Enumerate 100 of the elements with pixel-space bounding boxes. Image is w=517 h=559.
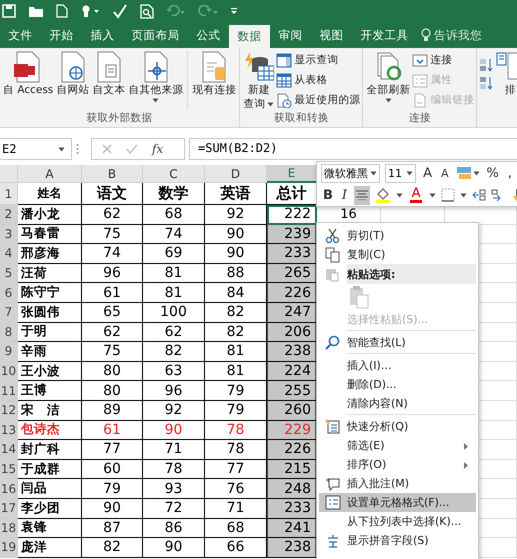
row-header[interactable]: 11 (0, 381, 18, 401)
query-icon[interactable] (244, 51, 274, 83)
ribbon-tab[interactable]: 数据 (229, 25, 270, 48)
menu-item[interactable]: 显示拼音字段(S) (319, 531, 476, 550)
hand-icon[interactable] (80, 4, 100, 18)
menu-item[interactable]: 剪切(T) (319, 226, 476, 245)
align-center-button[interactable] (354, 186, 370, 204)
caret-icon[interactable] (472, 170, 480, 176)
insert-function-button[interactable]: fx (152, 142, 164, 156)
borders-icon[interactable] (441, 188, 456, 202)
caret-icon[interactable] (370, 170, 377, 176)
folder-icon[interactable] (28, 4, 44, 18)
ribbon-button[interactable]: 新建 查询 (242, 51, 276, 111)
font-name-field[interactable]: 微软雅黑 (321, 164, 380, 182)
caret-icon[interactable] (406, 170, 414, 176)
ribbon-tab[interactable]: 插入 (82, 22, 123, 48)
cell-style-icon[interactable] (456, 166, 472, 180)
menu-item[interactable]: 设置单元格格式(F)... (319, 493, 476, 512)
caret-icon[interactable] (460, 192, 468, 198)
ribbon-button[interactable]: 自网站 (55, 51, 90, 97)
column-header[interactable]: A (18, 165, 82, 183)
row-header[interactable]: 14 (0, 440, 18, 460)
row-header[interactable]: 10 (0, 362, 18, 382)
fill-color-icon[interactable] (375, 187, 392, 203)
ribbon-button[interactable]: 排 (494, 51, 517, 97)
font-color-button[interactable]: A (408, 186, 424, 204)
row-header[interactable]: 6 (0, 283, 18, 303)
ribbon-button[interactable]: 全部刷新 (365, 51, 412, 103)
name-box[interactable]: E2 (0, 138, 72, 160)
increase-decimal-icon[interactable] (472, 189, 486, 201)
ribbon-tab[interactable]: 页面布局 (123, 22, 188, 48)
ribbon-button[interactable]: 自其他来源 (127, 51, 184, 103)
ribbon-button[interactable]: 显示查询 (276, 51, 360, 69)
print-preview-icon[interactable] (140, 4, 154, 18)
sort-descending-icon[interactable] (479, 75, 494, 91)
row-header[interactable]: 1 (0, 183, 18, 205)
row-header[interactable]: 2 (0, 205, 18, 225)
caret-icon[interactable] (396, 192, 404, 198)
caret-icon[interactable] (58, 146, 65, 152)
column-header[interactable]: B (82, 165, 143, 183)
ribbon-button[interactable]: 最近使用的源 (276, 91, 360, 109)
query-pane-icon[interactable] (276, 52, 292, 68)
menu-item[interactable]: 筛选(E) (319, 436, 476, 455)
row-header[interactable]: 13 (0, 420, 18, 440)
row-header[interactable]: 19 (0, 538, 18, 558)
page-icon[interactable] (56, 4, 68, 18)
menu-item[interactable]: 从下拉列表中选择(K)... (319, 512, 476, 531)
caret-icon[interactable] (429, 192, 436, 198)
customize-icon[interactable] (230, 7, 238, 15)
connection-icon[interactable] (412, 52, 428, 68)
font-size-field[interactable]: 11 (385, 164, 416, 182)
italic-button[interactable]: I (340, 186, 350, 204)
caret-icon[interactable] (267, 102, 274, 107)
caret-icon[interactable] (384, 98, 392, 103)
ribbon-button[interactable]: 现有连接 (191, 51, 238, 97)
menu-item[interactable]: 删除(D)... (319, 375, 476, 394)
ribbon-tab[interactable]: 开发工具 (352, 22, 417, 48)
save-icon[interactable] (2, 4, 16, 18)
column-header[interactable]: D (205, 165, 267, 183)
row-header[interactable]: 16 (0, 479, 18, 499)
row-header[interactable]: 5 (0, 264, 18, 284)
spelling-icon[interactable] (112, 4, 128, 18)
ribbon-tab[interactable]: 开始 (41, 22, 82, 48)
menu-item[interactable]: 复制(C) (319, 245, 476, 264)
increase-font-button[interactable]: A (421, 164, 434, 182)
menu-item[interactable]: 排序(O) (319, 455, 476, 474)
row-header[interactable]: 8 (0, 322, 18, 342)
comma-button[interactable]: , (506, 164, 514, 182)
formula-field[interactable]: =SUM(B2:D2) (189, 138, 517, 160)
percent-button[interactable]: % (484, 164, 501, 182)
bold-button[interactable]: B (321, 186, 335, 204)
row-header[interactable]: 4 (0, 244, 18, 264)
row-header[interactable]: 15 (0, 460, 18, 480)
caret-icon[interactable] (152, 98, 160, 103)
tell-me-field[interactable]: 告诉我您 (434, 28, 484, 42)
table-icon[interactable] (276, 72, 292, 88)
row-header[interactable]: 12 (0, 400, 18, 421)
ribbon-button[interactable]: 从表格 (276, 71, 360, 89)
ribbon-button[interactable]: 连接 (412, 51, 474, 69)
column-header[interactable]: C (143, 165, 205, 183)
menu-section-header: 粘贴选项: (347, 264, 476, 284)
ribbon-tab[interactable]: 公式 (188, 22, 229, 48)
grip-icon[interactable] (76, 143, 79, 155)
row-header[interactable]: 9 (0, 342, 18, 362)
table-cell: 71 (143, 440, 205, 460)
recent-source-icon[interactable] (276, 92, 292, 108)
ribbon-tab[interactable]: 视图 (311, 22, 352, 48)
row-header[interactable]: 17 (0, 498, 18, 518)
ribbon-button[interactable]: 自文本 (91, 51, 126, 97)
sort-ascending-icon[interactable] (479, 57, 494, 73)
row-header[interactable]: 3 (0, 224, 18, 244)
ribbon-tab[interactable]: 文件 (0, 22, 41, 48)
column-header[interactable]: E (267, 165, 317, 183)
row-header[interactable]: 7 (0, 302, 18, 323)
ribbon-button[interactable]: 自 Access (2, 51, 54, 97)
decrease-font-button[interactable]: A (438, 164, 450, 182)
menu-item[interactable]: 清除内容(N) (319, 394, 476, 413)
ribbon-tab[interactable]: 审阅 (270, 22, 311, 48)
row-header[interactable]: 18 (0, 518, 18, 538)
menu-item[interactable]: 插入批注(M) (319, 474, 476, 493)
